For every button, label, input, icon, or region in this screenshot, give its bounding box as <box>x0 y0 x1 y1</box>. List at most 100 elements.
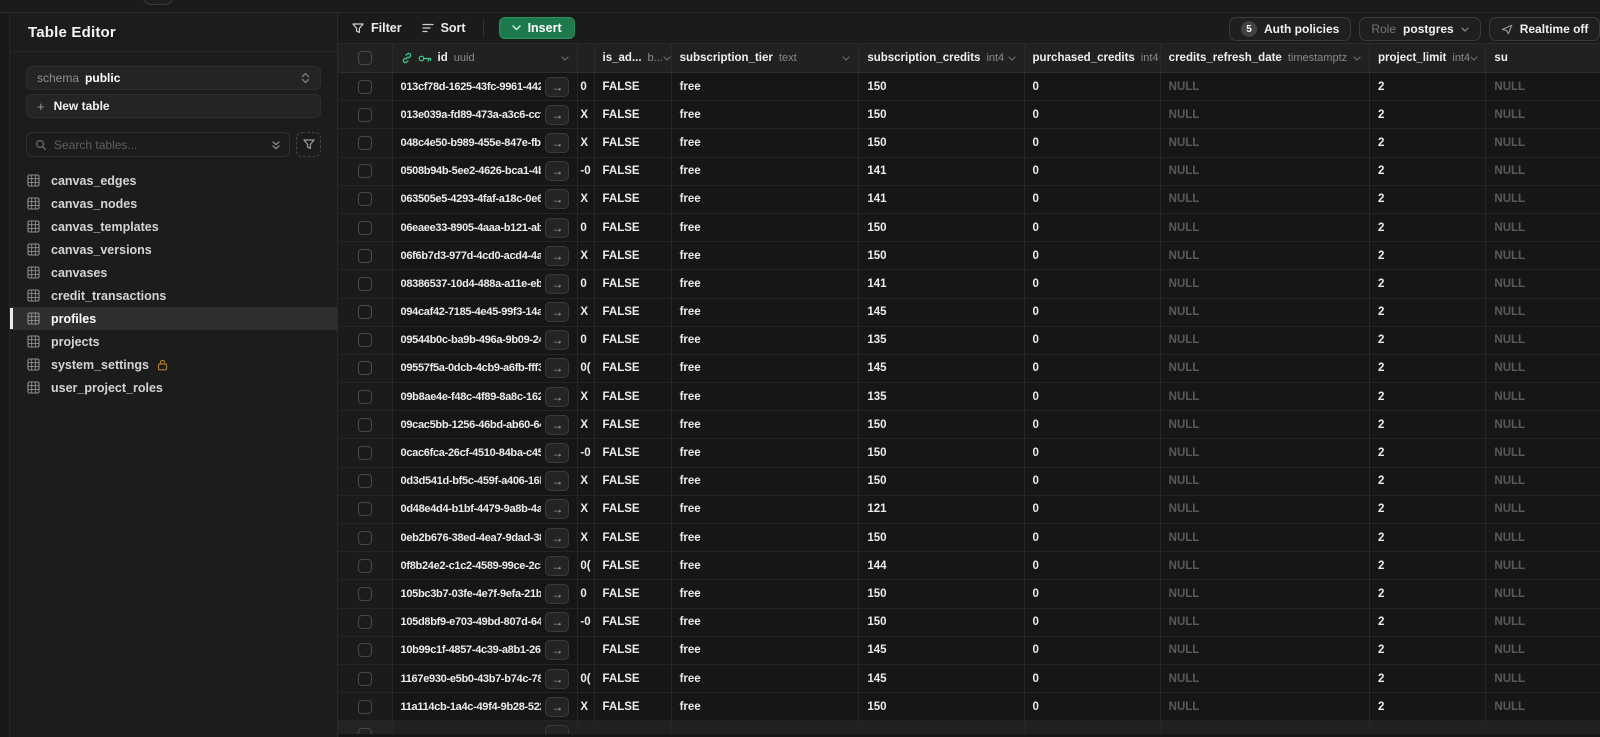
is-admin-cell[interactable]: FALSE <box>595 552 672 580</box>
row-checkbox[interactable] <box>357 558 372 573</box>
auth-policies-button[interactable]: 5 Auth policies <box>1229 17 1352 41</box>
project-limit-cell[interactable]: 2 <box>1370 326 1487 354</box>
purchased-credits-cell[interactable]: 0 <box>1025 552 1161 580</box>
project-limit-cell[interactable]: 2 <box>1370 298 1487 326</box>
row-checkbox[interactable] <box>357 417 372 432</box>
clipped-right-cell[interactable]: NULL <box>1486 129 1600 156</box>
subscription-credits-cell[interactable]: 150 <box>859 213 1025 242</box>
subscription-tier-cell[interactable]: free <box>672 354 860 383</box>
purchased-credits-cell[interactable]: 0 <box>1025 185 1161 213</box>
is-admin-cell[interactable]: FALSE <box>595 693 672 721</box>
subscription-tier-cell[interactable]: free <box>672 73 860 101</box>
credits-refresh-date-cell[interactable]: NULL <box>1161 213 1370 242</box>
subscription-credits-cell[interactable]: 141 <box>859 270 1025 298</box>
column-header-project-limit[interactable]: project_limit int4 <box>1370 44 1487 72</box>
subscription-tier-cell[interactable]: free <box>672 608 860 636</box>
expand-row-button[interactable]: → <box>545 76 570 97</box>
clipped-right-cell[interactable]: NULL <box>1486 524 1600 551</box>
subscription-credits-cell[interactable]: 150 <box>859 129 1025 157</box>
id-cell[interactable]: 11a114cb-1a4c-49f4-9b28-52219ec... → <box>393 693 579 721</box>
expand-row-button[interactable]: → <box>545 104 570 125</box>
credits-refresh-date-cell[interactable]: NULL <box>1161 129 1370 157</box>
clipped-right-cell[interactable]: NULL <box>1486 242 1600 269</box>
id-cell[interactable]: 0d3d541d-bf5c-459f-a406-16b93... → <box>393 467 579 495</box>
chevron-down-icon[interactable] <box>1353 55 1361 61</box>
is-admin-cell[interactable]: FALSE <box>595 439 672 467</box>
row-checkbox[interactable] <box>357 530 372 545</box>
clipped-cell[interactable]: 0 <box>578 73 595 101</box>
is-admin-cell[interactable]: FALSE <box>595 129 672 157</box>
credits-refresh-date-cell[interactable]: NULL <box>1161 411 1370 439</box>
is-admin-cell[interactable]: FALSE <box>595 185 672 213</box>
subscription-tier-cell[interactable]: free <box>672 326 860 354</box>
clipped-right-cell[interactable]: NULL <box>1486 693 1600 720</box>
purchased-credits-cell[interactable]: 0 <box>1025 636 1161 664</box>
sidebar-table-item[interactable]: user_project_roles <box>10 376 337 399</box>
clipped-cell[interactable]: X <box>578 411 595 439</box>
row-checkbox[interactable] <box>357 389 372 404</box>
clipped-right-cell[interactable]: NULL <box>1486 637 1600 664</box>
row-checkbox[interactable] <box>357 107 372 122</box>
purchased-credits-cell[interactable]: 0 <box>1025 101 1161 129</box>
subscription-tier-cell[interactable]: free <box>672 636 860 664</box>
id-cell[interactable]: 063505e5-4293-4faf-a18c-0e65b... → <box>393 185 579 213</box>
subscription-credits-cell[interactable]: 145 <box>859 354 1025 383</box>
row-checkbox[interactable] <box>357 135 372 150</box>
subscription-credits-cell[interactable]: 150 <box>859 242 1025 270</box>
row-checkbox[interactable] <box>357 446 372 461</box>
credits-refresh-date-cell[interactable]: NULL <box>1161 185 1370 213</box>
clipped-right-cell[interactable]: NULL <box>1486 73 1600 100</box>
is-admin-cell[interactable]: FALSE <box>595 354 672 383</box>
filter-button[interactable]: Filter <box>352 21 402 35</box>
id-cell[interactable]: 048c4e50-b989-455e-847e-fb2f... → <box>393 129 579 157</box>
clipped-cell[interactable]: 0( <box>578 664 595 693</box>
new-table-button[interactable]: + New table <box>26 94 321 118</box>
sidebar-table-item[interactable]: profiles <box>10 307 337 330</box>
is-admin-cell[interactable]: FALSE <box>595 664 672 693</box>
subscription-tier-cell[interactable]: free <box>672 129 860 157</box>
clipped-cell[interactable]: X <box>578 524 595 552</box>
project-limit-cell[interactable]: 2 <box>1370 73 1487 101</box>
is-admin-cell[interactable]: FALSE <box>595 580 672 608</box>
expand-row-button[interactable]: → <box>545 640 570 661</box>
is-admin-cell[interactable]: FALSE <box>595 467 672 495</box>
expand-row-button[interactable]: → <box>545 132 570 153</box>
expand-row-button[interactable]: → <box>545 386 570 407</box>
clipped-right-cell[interactable]: NULL <box>1486 580 1600 607</box>
is-admin-cell[interactable]: FALSE <box>595 383 672 411</box>
expand-row-button[interactable]: → <box>545 414 570 435</box>
purchased-credits-cell[interactable]: 0 <box>1025 213 1161 242</box>
column-header-subscription-credits[interactable]: subscription_credits int4 <box>859 44 1025 72</box>
clipped-cell[interactable]: X <box>578 298 595 326</box>
clipped-cell[interactable]: -0 <box>578 439 595 467</box>
expand-row-button[interactable]: → <box>545 696 570 717</box>
row-checkbox[interactable] <box>357 192 372 207</box>
is-admin-cell[interactable]: FALSE <box>595 608 672 636</box>
row-checkbox[interactable] <box>357 728 372 735</box>
credits-refresh-date-cell[interactable]: NULL <box>1161 101 1370 129</box>
row-checkbox[interactable] <box>357 248 372 263</box>
unfold-tables-icon[interactable] <box>271 139 281 151</box>
subscription-tier-cell[interactable]: free <box>672 242 860 270</box>
clipped-cell[interactable]: 0 <box>578 580 595 608</box>
project-limit-cell[interactable]: 2 <box>1370 524 1487 552</box>
credits-refresh-date-cell[interactable]: NULL <box>1161 552 1370 580</box>
subscription-tier-cell[interactable]: free <box>672 693 860 721</box>
id-cell[interactable]: 09544b0c-ba9b-496a-9b09-244... → <box>393 326 579 354</box>
clipped-cell[interactable]: 0 <box>578 213 595 242</box>
subscription-tier-cell[interactable]: free <box>672 467 860 495</box>
subscription-tier-cell[interactable]: free <box>672 270 860 298</box>
clipped-cell[interactable]: X <box>578 383 595 411</box>
clipped-right-cell[interactable]: NULL <box>1486 383 1600 410</box>
project-limit-cell[interactable]: 2 <box>1370 157 1487 185</box>
project-limit-cell[interactable]: 2 <box>1370 129 1487 157</box>
clipped-cell[interactable] <box>578 636 595 664</box>
credits-refresh-date-cell[interactable]: NULL <box>1161 495 1370 523</box>
purchased-credits-cell[interactable]: 0 <box>1025 693 1161 721</box>
credits-refresh-date-cell[interactable]: NULL <box>1161 524 1370 552</box>
column-header-clipped[interactable] <box>578 44 595 72</box>
subscription-credits-cell[interactable]: 144 <box>859 552 1025 580</box>
subscription-credits-cell[interactable]: 150 <box>859 439 1025 467</box>
is-admin-cell[interactable]: FALSE <box>595 495 672 523</box>
subscription-tier-cell[interactable]: free <box>672 185 860 213</box>
